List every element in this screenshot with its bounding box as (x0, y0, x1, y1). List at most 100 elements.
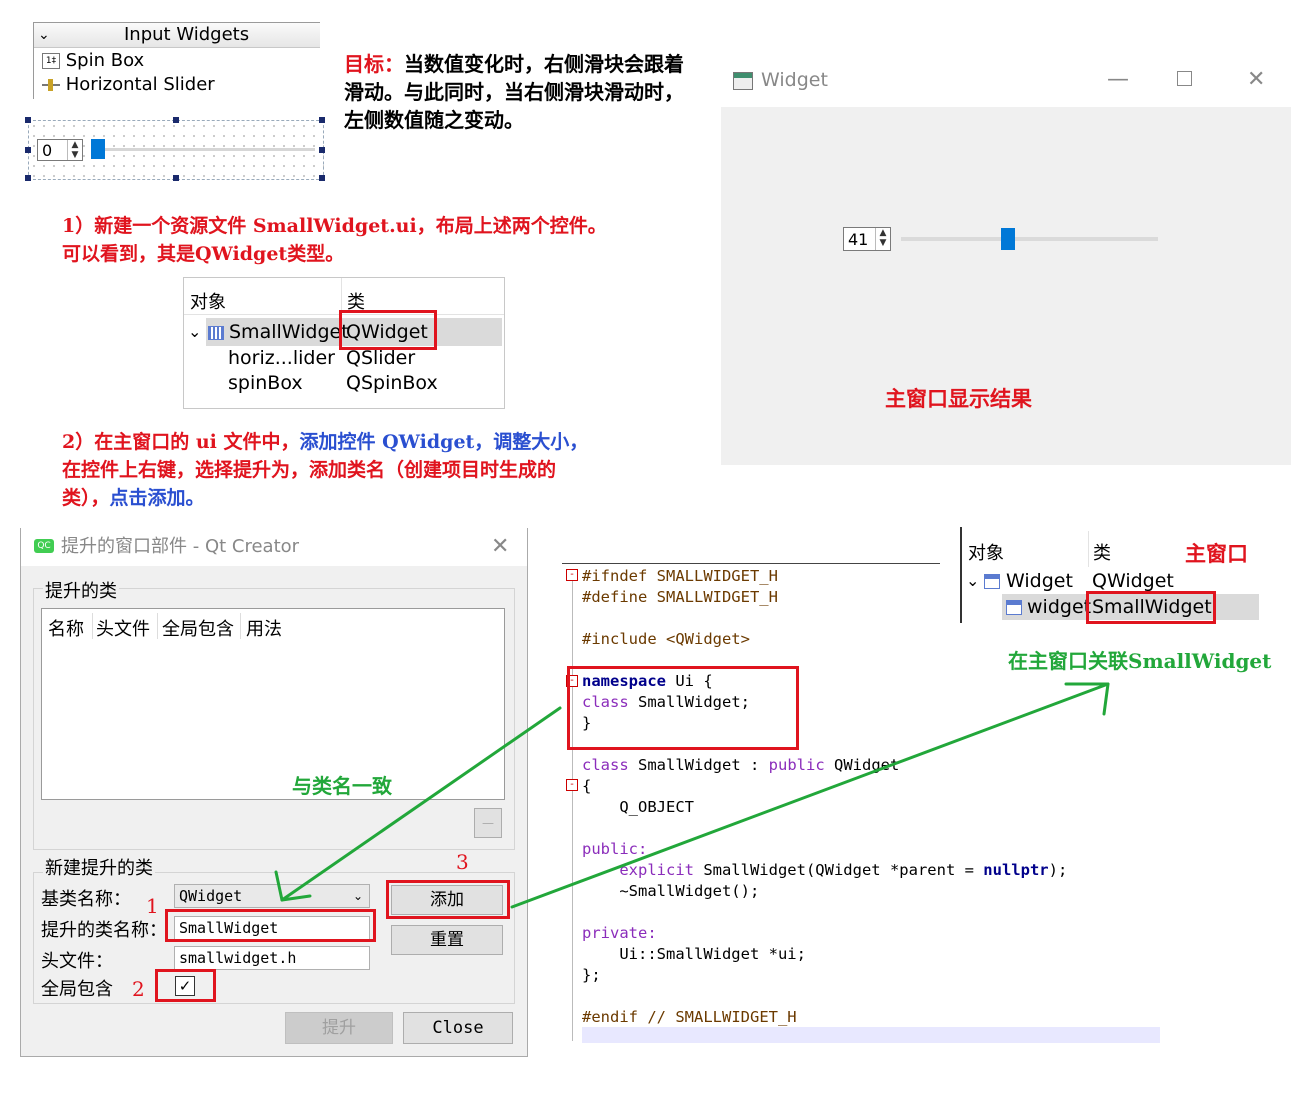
code-line-open-brace: { (582, 777, 592, 795)
spin-box[interactable]: 41 ▲ ▼ (843, 227, 891, 251)
minimize-icon[interactable]: — (1107, 67, 1129, 92)
widget-icon (208, 326, 224, 340)
spin-arrows-icon[interactable]: ▲ ▼ (67, 140, 82, 160)
input-widgets-header[interactable]: ⌄ Input Widgets (34, 23, 320, 48)
dialog-title: 提升的窗口部件 - Qt Creator (61, 536, 300, 557)
step1-line2: 可以看到，其是QWidget类型。 (62, 243, 345, 265)
tree-object-name: widget (1027, 596, 1092, 618)
widget-box-item-spin-box[interactable]: 1‡ Spin Box (42, 49, 144, 73)
dialog-titlebar[interactable]: QC 提升的窗口部件 - Qt Creator ✕ (21, 528, 527, 566)
step2-line3a: 类）， (62, 487, 110, 509)
input-widgets-panel: ⌄ Input Widgets 1‡ Spin Box Horizontal S… (33, 22, 320, 99)
spin-box-value: 41 (848, 230, 869, 249)
step2-line1a: 2）在主窗口的 ui 文件中， (62, 431, 300, 453)
tree-object-name: horiz...lider (228, 347, 335, 369)
column-header-file[interactable]: 头文件 (96, 615, 150, 641)
resize-handle[interactable] (173, 175, 179, 181)
code-line-endif: #endif // SMALLWIDGET_H (582, 1008, 797, 1026)
spin-box-icon: 1‡ (42, 53, 60, 69)
close-icon[interactable]: ✕ (491, 528, 509, 566)
code-line-include: #include <QWidget> (582, 630, 750, 648)
base-class-value: QWidget (179, 887, 243, 905)
base-class-label: 基类名称： (41, 889, 131, 910)
code-line-private: private: (582, 924, 657, 942)
tree-row-spinbox[interactable]: spinBox QSpinBox (184, 370, 504, 396)
design-surface[interactable]: 0 ▲ ▼ (25, 117, 325, 181)
slider-preview[interactable] (91, 139, 319, 161)
window-title: Widget (761, 69, 828, 91)
chevron-down-icon[interactable]: ⌄ (353, 885, 363, 907)
tree-object-name: SmallWidget (229, 321, 349, 343)
highlight-box-namespace (567, 666, 799, 750)
promoted-class-name-label: 提升的类名称： (41, 920, 167, 941)
step-number-2: 2 (132, 977, 145, 1001)
widget-box-item-horizontal-slider[interactable]: Horizontal Slider (42, 73, 215, 97)
code-editor[interactable]: - - - #ifndef SMALLWIDGET_H #define SMAL… (562, 563, 1162, 1043)
column-object: 对象 (190, 292, 226, 313)
header-file-input[interactable]: smallwidget.h (174, 946, 370, 970)
resize-handle[interactable] (25, 117, 31, 123)
goal-label: 目标： (344, 52, 404, 76)
code-line-ui-member: Ui::SmallWidget *ui; (582, 945, 806, 963)
step2-line3b: 点击添加。 (109, 487, 205, 509)
resize-handle[interactable] (25, 175, 31, 181)
column-name[interactable]: 名称 (48, 615, 84, 641)
highlight-box-promoted-name (165, 909, 376, 942)
same-as-class-note: 与类名一致 (292, 774, 392, 798)
close-icon[interactable]: ✕ (1247, 67, 1265, 92)
column-global-include[interactable]: 全局包含 (162, 615, 234, 641)
code-line-ifndef: #ifndef SMALLWIDGET_H (582, 567, 778, 585)
code-line-qobject: Q_OBJECT (582, 798, 694, 816)
spin-box-preview[interactable]: 0 ▲ ▼ (37, 139, 83, 161)
goal-text: 目标：当数值变化时，右侧滑块会跟着滑动。与此同时，当右侧滑块滑动时，左侧数值随之… (344, 50, 694, 134)
slider-handle[interactable] (91, 139, 105, 159)
highlight-box-smallwidget (1086, 591, 1216, 624)
resize-handle[interactable] (319, 175, 325, 181)
resize-handle[interactable] (25, 147, 31, 153)
chevron-down-icon[interactable]: ⌄ (38, 23, 50, 47)
slider-handle[interactable] (1001, 228, 1015, 250)
qt-creator-icon: QC (34, 539, 54, 553)
spin-box-value: 0 (42, 141, 53, 160)
collapse-icon[interactable]: - (566, 779, 578, 791)
tree-object-name: spinBox (228, 372, 303, 394)
resize-handle[interactable] (319, 147, 325, 153)
main-window-label: 主窗口 (1185, 541, 1248, 566)
step-number-1: 1 (146, 894, 159, 918)
maximize-icon[interactable] (1177, 71, 1192, 86)
app-window-icon (733, 72, 753, 90)
promote-button[interactable]: 提升 (285, 1012, 393, 1044)
base-class-select[interactable]: QWidget ⌄ (174, 884, 370, 908)
step-number-3: 3 (456, 850, 469, 874)
input-widgets-title: Input Widgets (124, 24, 250, 45)
associate-note: 在主窗口关联SmallWidget (1008, 649, 1272, 673)
column-usage[interactable]: 用法 (246, 615, 282, 641)
step1-line1: 1）新建一个资源文件 SmallWidget.ui，布局上述两个控件。 (62, 215, 607, 237)
widget-icon (984, 574, 1000, 589)
step2-line1b: 添加控件 QWidget，调整大小， (299, 431, 589, 453)
column-class: 类 (1093, 543, 1111, 564)
code-line-define: #define SMALLWIDGET_H (582, 588, 778, 606)
promoted-classes-table[interactable]: 名称 头文件 全局包含 用法 (41, 608, 505, 800)
reset-button[interactable]: 重置 (391, 925, 503, 955)
resize-handle[interactable] (319, 117, 325, 123)
window-titlebar[interactable]: Widget — ✕ (721, 55, 1291, 107)
global-include-label: 全局包含 (41, 979, 113, 1000)
code-line-public: public: (582, 840, 648, 858)
code-line-class-def: class SmallWidget : public QWidget (582, 756, 900, 774)
highlight-box-global-include (155, 969, 216, 1002)
step2-line2: 在控件上右键，选择提升为，添加类名（创建项目时生成的 (62, 459, 557, 481)
collapse-icon[interactable]: - (566, 569, 578, 581)
widget-window: Widget — ✕ 41 ▲ ▼ 主窗口显示结果 (721, 55, 1291, 465)
result-caption: 主窗口显示结果 (885, 386, 1032, 411)
new-promoted-class-label: 新建提升的类 (43, 854, 155, 880)
promoted-classes-label: 提升的类 (43, 577, 119, 603)
resize-handle[interactable] (173, 117, 179, 123)
spin-arrows-icon[interactable]: ▲ ▼ (875, 228, 890, 250)
chevron-down-icon[interactable]: ⌄ (188, 319, 201, 345)
highlight-box-qwidget (339, 310, 437, 350)
chevron-down-icon[interactable]: ⌄ (966, 568, 979, 594)
remove-button[interactable]: — (474, 808, 502, 838)
horizontal-slider[interactable] (901, 227, 1158, 251)
close-button[interactable]: Close (403, 1012, 513, 1044)
